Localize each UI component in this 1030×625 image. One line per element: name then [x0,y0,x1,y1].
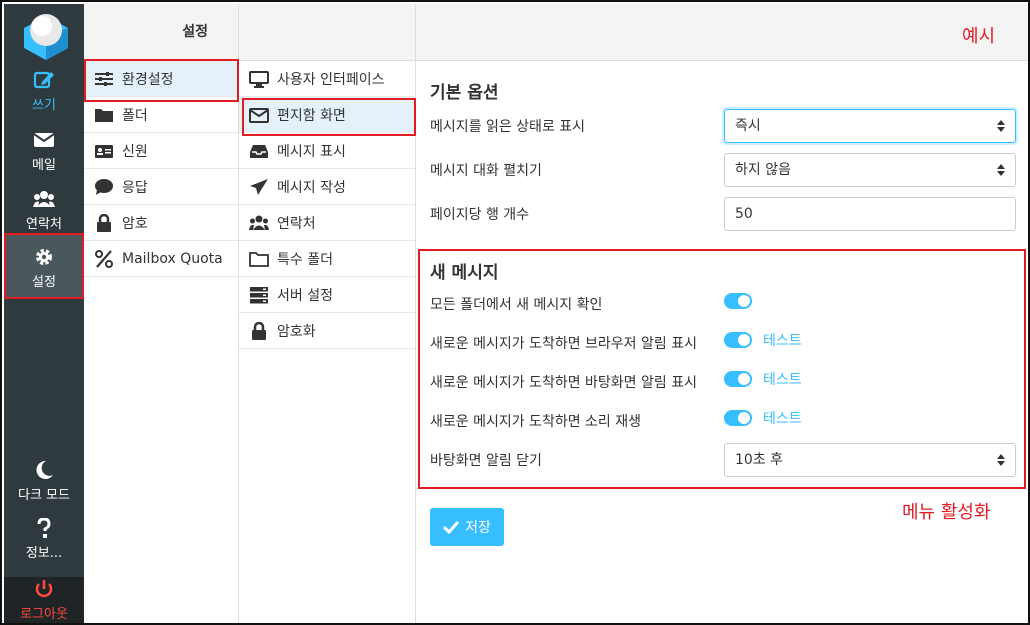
rail-compose[interactable]: 쓰기 [4,70,84,113]
prefs-item-composing[interactable]: 메시지 작성 [239,169,415,205]
sound-toggle[interactable] [724,410,752,426]
rail-contacts-label: 연락처 [26,217,62,232]
server-icon [250,286,268,303]
close-notify-label: 바탕화면 알림 닫기 [430,453,542,469]
rows-per-page-value: 50 [735,206,753,222]
select-arrows-icon [997,164,1005,176]
check-all-folders-toggle[interactable] [724,293,752,309]
prefs-item-label: 서버 설정 [277,287,333,304]
prefs-item-encryption[interactable]: 암호화 [239,313,415,349]
comment-icon [95,178,113,195]
mark-read-label: 메시지를 읽은 상태로 표시 [430,119,586,135]
rail-about[interactable]: 정보... [4,518,84,561]
monitor-icon [249,70,269,88]
section-title-new-message: 새 메시지 [430,263,499,283]
percent-icon [95,249,113,268]
prefs-item-contacts[interactable]: 연락처 [239,205,415,241]
id-card-icon [95,144,113,158]
rows-per-page-input[interactable]: 50 [724,197,1016,231]
select-arrows-icon [997,454,1005,466]
save-button[interactable]: 저장 [430,508,504,546]
settings-item-folders[interactable]: 폴더 [84,97,238,133]
main-header [416,4,1028,61]
power-icon [35,580,53,598]
folder-outline-icon [249,251,269,267]
highlight-mailbox-view [242,98,416,136]
preferences-header [239,4,415,61]
browser-notify-test-link[interactable]: 테스트 [763,330,802,350]
folder-icon [95,108,113,122]
rail-about-label: 정보... [25,546,63,561]
window-frame: 쓰기 메일 연락처 설정 다크 모드 정보... 로그아웃 설정 환경설정 폴더… [0,0,1030,625]
highlight-settings-rail [4,233,84,299]
highlight-preferences [84,59,239,102]
lock-icon [252,321,266,340]
prefs-item-label: 암호화 [277,323,316,340]
paper-plane-icon [250,178,268,195]
settings-column: 설정 환경설정 폴더 신원 응답 암호 Mailbox Quota [84,4,239,623]
settings-item-identities[interactable]: 신원 [84,133,238,169]
rail-logout[interactable]: 로그아웃 [4,577,84,623]
rail-mail-label: 메일 [32,158,56,173]
close-notify-value: 10초 후 [735,452,784,468]
close-notify-select[interactable]: 10초 후 [724,443,1016,477]
expand-thread-value: 하지 않음 [735,162,791,178]
settings-item-label: Mailbox Quota [122,250,223,267]
prefs-item-special-folders[interactable]: 특수 폴더 [239,241,415,277]
settings-header: 설정 [84,4,238,61]
rail-mail[interactable]: 메일 [4,130,84,173]
moon-icon [36,460,53,479]
browser-notify-label: 새로운 메시지가 도착하면 브라우저 알림 표시 [430,336,697,352]
rail-dark-mode-label: 다크 모드 [18,488,70,503]
desktop-notify-test-link[interactable]: 테스트 [763,369,802,389]
compose-icon [33,71,54,89]
settings-item-label: 암호 [122,215,148,232]
rows-per-page-label: 페이지당 행 개수 [430,207,530,223]
question-icon [37,518,51,538]
prefs-item-label: 특수 폴더 [277,251,333,268]
expand-thread-select[interactable]: 하지 않음 [724,153,1016,187]
prefs-item-label: 메시지 표시 [277,143,346,160]
save-button-label: 저장 [465,520,491,536]
prefs-item-server-settings[interactable]: 서버 설정 [239,277,415,313]
settings-item-responses[interactable]: 응답 [84,169,238,205]
users-icon [249,215,269,230]
roundcube-logo [24,14,68,60]
expand-thread-label: 메시지 대화 펼치기 [430,163,542,179]
preferences-column: 사용자 인터페이스 편지함 화면 메시지 표시 메시지 작성 연락처 특수 폴더… [239,4,416,623]
mark-read-select[interactable]: 즉시 [724,109,1016,143]
rail-compose-label: 쓰기 [32,98,56,113]
lock-icon [97,213,111,232]
check-icon [443,520,460,534]
mark-read-value: 즉시 [735,118,761,134]
check-all-folders-label: 모든 폴더에서 새 메시지 확인 [430,297,603,313]
settings-item-label: 신원 [122,143,148,160]
annotation-menu-activation: 메뉴 활성화 [902,502,991,523]
prefs-item-user-interface[interactable]: 사용자 인터페이스 [239,61,415,97]
app-rail: 쓰기 메일 연락처 설정 다크 모드 정보... 로그아웃 [4,4,84,623]
desktop-notify-toggle[interactable] [724,371,752,387]
settings-item-label: 응답 [122,179,148,196]
rail-contacts[interactable]: 연락처 [4,189,84,232]
prefs-item-label: 사용자 인터페이스 [277,71,385,88]
inbox-icon [250,144,268,158]
select-arrows-icon [997,120,1005,132]
rail-logout-label: 로그아웃 [20,607,68,622]
browser-notify-toggle[interactable] [724,332,752,348]
settings-item-mailbox-quota[interactable]: Mailbox Quota [84,241,238,277]
sound-test-link[interactable]: 테스트 [763,408,802,428]
sound-label: 새로운 메시지가 도착하면 소리 재생 [430,414,641,430]
prefs-item-label: 메시지 작성 [277,179,346,196]
envelope-icon [33,133,55,147]
settings-item-label: 폴더 [122,107,148,124]
main-panel: 예시 기본 옵션 메시지를 읽은 상태로 표시 즉시 메시지 대화 펼치기 하지… [416,4,1028,623]
prefs-item-message-display[interactable]: 메시지 표시 [239,133,415,169]
settings-item-password[interactable]: 암호 [84,205,238,241]
annotation-example: 예시 [962,26,996,47]
section-title-basic: 기본 옵션 [430,83,499,103]
rail-dark-mode[interactable]: 다크 모드 [4,460,84,503]
prefs-item-label: 연락처 [277,215,316,232]
desktop-notify-label: 새로운 메시지가 도착하면 바탕화면 알림 표시 [430,375,697,391]
users-icon [33,191,55,207]
